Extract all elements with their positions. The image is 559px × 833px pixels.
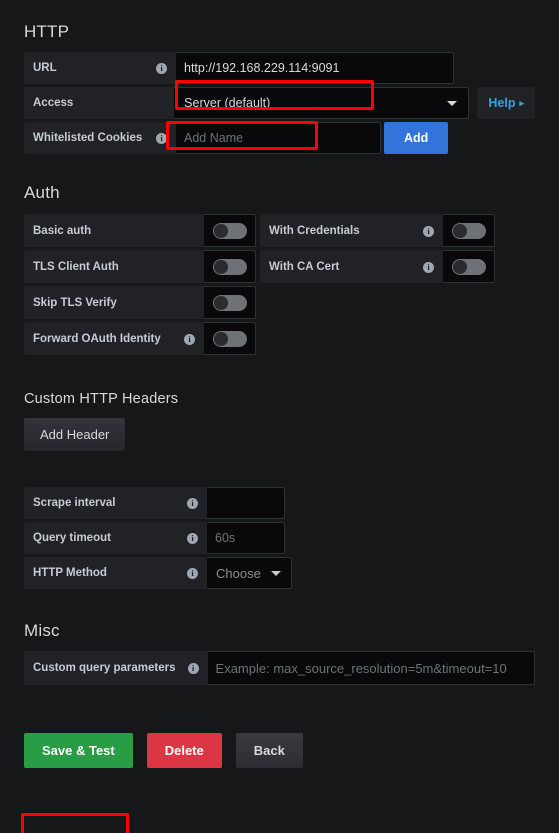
auth-section: Auth Basic auth With Credentials i TLS C… (24, 183, 535, 355)
custom-query-label: Custom query parameters (33, 662, 176, 674)
custom-query-parameters-row: Custom query parameters i Example: max_s… (24, 651, 535, 685)
skip-tls-verify-toggle[interactable] (204, 286, 256, 319)
auth-row: Forward OAuth Identity i (24, 322, 535, 355)
url-input[interactable]: http://192.168.229.114:9091 (176, 52, 454, 84)
info-icon[interactable]: i (411, 225, 434, 237)
http-method-label: HTTP Method (33, 567, 107, 579)
misc-section: Misc Custom query parameters i Example: … (24, 621, 535, 685)
delete-button[interactable]: Delete (146, 733, 222, 768)
url-label: URL (33, 62, 57, 74)
save-and-test-button[interactable]: Save & Test (24, 733, 133, 768)
custom-http-headers-title: Custom HTTP Headers (24, 391, 179, 407)
tls-client-auth-cell: TLS Client Auth (24, 250, 256, 283)
info-icon[interactable]: i (176, 662, 199, 674)
access-label: Access (33, 97, 74, 109)
access-select[interactable]: Server (default) (174, 87, 470, 119)
whitelisted-cookies-row: Whitelisted Cookies i Add Name Add (24, 122, 535, 154)
basic-auth-label-cell: Basic auth (24, 214, 204, 247)
forward-oauth-identity-toggle[interactable] (204, 322, 256, 355)
intervals-section: Scrape interval i Query timeout i 60s HT… (24, 487, 535, 589)
basic-auth-label: Basic auth (33, 224, 92, 237)
http-section: HTTP URL i http://192.168.229.114:9091 A… (24, 22, 535, 154)
query-timeout-row: Query timeout i 60s (24, 522, 535, 554)
with-ca-cert-label-cell: With CA Cert i (260, 250, 443, 283)
misc-section-title: Misc (24, 621, 60, 640)
url-label-cell: URL i (24, 52, 176, 84)
add-cookie-button[interactable]: Add (384, 122, 449, 154)
scrape-interval-label: Scrape interval (33, 497, 116, 509)
scrape-interval-input[interactable] (207, 487, 285, 519)
http-method-row: HTTP Method i Choose (24, 557, 535, 589)
info-icon[interactable]: i (175, 567, 198, 579)
with-ca-cert-cell: With CA Cert i (260, 250, 495, 283)
back-button[interactable]: Back (235, 733, 303, 768)
skip-tls-verify-label-cell: Skip TLS Verify (24, 286, 204, 319)
custom-query-input[interactable]: Example: max_source_resolution=5m&timeou… (207, 651, 535, 685)
forward-oauth-identity-cell: Forward OAuth Identity i (24, 322, 256, 355)
forward-oauth-identity-label-cell: Forward OAuth Identity i (24, 322, 204, 355)
datasource-settings-page: HTTP URL i http://192.168.229.114:9091 A… (0, 22, 559, 833)
http-method-select[interactable]: Choose (207, 557, 292, 589)
help-link[interactable]: Help ▸ (477, 87, 535, 119)
skip-tls-verify-label: Skip TLS Verify (33, 296, 117, 309)
cookies-label: Whitelisted Cookies (33, 132, 143, 144)
forward-oauth-identity-label: Forward OAuth Identity (33, 332, 161, 345)
info-icon[interactable]: i (175, 532, 198, 544)
add-header-button[interactable]: Add Header (24, 418, 126, 451)
chevron-right-icon: ▸ (519, 97, 524, 108)
scrape-interval-row: Scrape interval i (24, 487, 535, 519)
url-row: URL i http://192.168.229.114:9091 (24, 52, 535, 84)
tls-client-auth-label-cell: TLS Client Auth (24, 250, 204, 283)
info-icon[interactable]: i (411, 261, 434, 273)
scrape-interval-label-cell: Scrape interval i (24, 487, 207, 519)
info-icon[interactable]: i (144, 62, 167, 74)
custom-http-headers-section: Custom HTTP Headers Add Header (24, 391, 535, 451)
custom-query-label-cell: Custom query parameters i (24, 651, 208, 685)
with-ca-cert-label: With CA Cert (269, 260, 340, 273)
with-credentials-label: With Credentials (269, 224, 360, 237)
http-section-title: HTTP (24, 22, 70, 41)
skip-tls-verify-cell: Skip TLS Verify (24, 286, 256, 319)
access-selected-value: Server (default) (184, 96, 271, 110)
basic-auth-cell: Basic auth (24, 214, 256, 247)
help-label: Help (488, 96, 516, 110)
chevron-down-icon (447, 101, 458, 106)
with-credentials-cell: With Credentials i (260, 214, 495, 247)
chevron-down-icon (271, 571, 281, 576)
access-label-cell: Access (24, 87, 175, 119)
query-timeout-label: Query timeout (33, 532, 111, 544)
save-test-highlight (21, 813, 129, 833)
http-method-value: Choose (216, 565, 261, 581)
with-ca-cert-toggle[interactable] (443, 250, 495, 283)
access-row: Access Server (default) Help ▸ (24, 87, 535, 119)
cookies-input[interactable]: Add Name (176, 122, 381, 154)
with-credentials-toggle[interactable] (443, 214, 495, 247)
query-timeout-label-cell: Query timeout i (24, 522, 207, 554)
auth-row: TLS Client Auth With CA Cert i (24, 250, 535, 283)
info-icon[interactable]: i (144, 132, 167, 144)
tls-client-auth-label: TLS Client Auth (33, 260, 119, 273)
tls-client-auth-toggle[interactable] (204, 250, 256, 283)
basic-auth-toggle[interactable] (204, 214, 256, 247)
cookies-label-cell: Whitelisted Cookies i (24, 122, 176, 154)
query-timeout-input[interactable]: 60s (207, 522, 285, 554)
footer-actions: Save & Test Delete Back (24, 733, 535, 768)
auth-row: Skip TLS Verify (24, 286, 535, 319)
with-credentials-label-cell: With Credentials i (260, 214, 443, 247)
info-icon[interactable]: i (172, 333, 195, 345)
auth-row: Basic auth With Credentials i (24, 214, 535, 247)
info-icon[interactable]: i (175, 497, 198, 509)
http-method-label-cell: HTTP Method i (24, 557, 207, 589)
auth-section-title: Auth (24, 183, 60, 202)
